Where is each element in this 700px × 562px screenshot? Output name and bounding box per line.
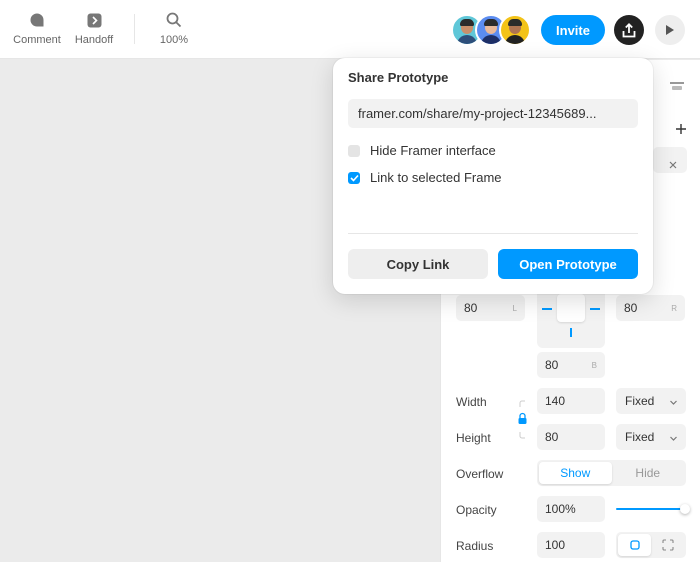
opacity-field[interactable]: 100% bbox=[537, 496, 605, 522]
height-label: Height bbox=[456, 431, 491, 445]
padding-right-value: 80 bbox=[624, 301, 638, 315]
handoff-icon bbox=[87, 10, 102, 30]
play-icon bbox=[666, 25, 674, 35]
preview-button[interactable] bbox=[655, 15, 685, 45]
padding-left-value: 80 bbox=[464, 301, 478, 315]
overflow-label: Overflow bbox=[456, 467, 504, 481]
radius-mode-control[interactable] bbox=[616, 532, 686, 558]
panel-menu-icon[interactable] bbox=[670, 79, 684, 90]
hide-interface-option[interactable]: Hide Framer interface bbox=[348, 143, 496, 158]
width-label: Width bbox=[456, 395, 487, 409]
zoom-tool[interactable]: 100% bbox=[152, 10, 196, 46]
overflow-show-option[interactable]: Show bbox=[539, 462, 612, 484]
comment-tool[interactable]: Comment bbox=[10, 10, 64, 46]
opacity-slider-thumb[interactable] bbox=[680, 504, 690, 514]
handoff-tool[interactable]: Handoff bbox=[70, 10, 118, 46]
padding-right-field[interactable]: 80 R bbox=[616, 295, 685, 321]
chevron-down-icon bbox=[669, 396, 678, 410]
add-icon[interactable] bbox=[675, 122, 687, 134]
share-prototype-popover: Share Prototype framer.com/share/my-proj… bbox=[333, 58, 653, 294]
opacity-slider[interactable] bbox=[616, 504, 690, 514]
hide-interface-checkbox[interactable] bbox=[348, 144, 360, 157]
padding-right-handle[interactable] bbox=[590, 308, 600, 310]
share-icon bbox=[622, 22, 636, 37]
chevron-down-icon bbox=[669, 432, 678, 446]
link-frame-label: Link to selected Frame bbox=[370, 170, 502, 185]
search-icon bbox=[166, 10, 182, 30]
overflow-hide-option[interactable]: Hide bbox=[612, 462, 685, 484]
radius-field[interactable]: 100 bbox=[537, 532, 605, 558]
comment-label: Comment bbox=[13, 34, 61, 46]
padding-bottom-hint: B bbox=[591, 360, 597, 370]
padding-bottom-field[interactable]: 80 B bbox=[537, 352, 605, 378]
share-button[interactable] bbox=[614, 15, 644, 45]
width-mode-select[interactable]: Fixed bbox=[616, 388, 686, 414]
top-toolbar: Comment Handoff 100% Invite bbox=[0, 0, 700, 59]
padding-left-handle[interactable] bbox=[542, 308, 552, 310]
radius-value: 100 bbox=[545, 538, 566, 552]
invite-button[interactable]: Invite bbox=[541, 15, 605, 45]
padding-bottom-value: 80 bbox=[545, 358, 559, 372]
link-frame-checkbox[interactable] bbox=[348, 171, 360, 184]
radius-individual-icon[interactable] bbox=[651, 534, 684, 556]
avatar[interactable] bbox=[499, 14, 531, 46]
padding-bottom-handle[interactable] bbox=[570, 328, 572, 337]
padding-left-field[interactable]: 80 L bbox=[456, 295, 525, 321]
opacity-label: Opacity bbox=[456, 503, 497, 517]
width-value: 140 bbox=[545, 394, 566, 408]
copy-link-button[interactable]: Copy Link bbox=[348, 249, 488, 279]
height-mode-select[interactable]: Fixed bbox=[616, 424, 686, 450]
width-mode-value: Fixed bbox=[625, 394, 655, 408]
share-url-field[interactable]: framer.com/share/my-project-12345689... bbox=[348, 99, 638, 128]
popover-divider bbox=[348, 233, 638, 234]
handoff-label: Handoff bbox=[74, 34, 114, 46]
toolbar-divider bbox=[134, 14, 135, 44]
hide-interface-label: Hide Framer interface bbox=[370, 143, 496, 158]
opacity-value: 100% bbox=[545, 502, 576, 516]
height-value: 80 bbox=[545, 430, 559, 444]
link-frame-option[interactable]: Link to selected Frame bbox=[348, 170, 502, 185]
zoom-label: 100% bbox=[159, 34, 189, 46]
aspect-lock-icon[interactable] bbox=[517, 399, 529, 441]
padding-inner-box bbox=[557, 294, 585, 322]
close-icon[interactable] bbox=[669, 156, 677, 169]
padding-right-hint: R bbox=[671, 303, 677, 313]
height-field[interactable]: 80 bbox=[537, 424, 605, 450]
padding-diagram bbox=[537, 288, 605, 348]
radius-label: Radius bbox=[456, 539, 494, 553]
open-prototype-button[interactable]: Open Prototype bbox=[498, 249, 638, 279]
comment-icon bbox=[29, 10, 45, 30]
radius-uniform-icon[interactable] bbox=[618, 534, 651, 556]
overflow-segmented-control[interactable]: Show Hide bbox=[537, 460, 686, 486]
checkmark-icon bbox=[349, 174, 359, 182]
popover-title: Share Prototype bbox=[348, 70, 449, 85]
height-mode-value: Fixed bbox=[625, 430, 655, 444]
width-field[interactable]: 140 bbox=[537, 388, 605, 414]
padding-left-hint: L bbox=[512, 303, 517, 313]
